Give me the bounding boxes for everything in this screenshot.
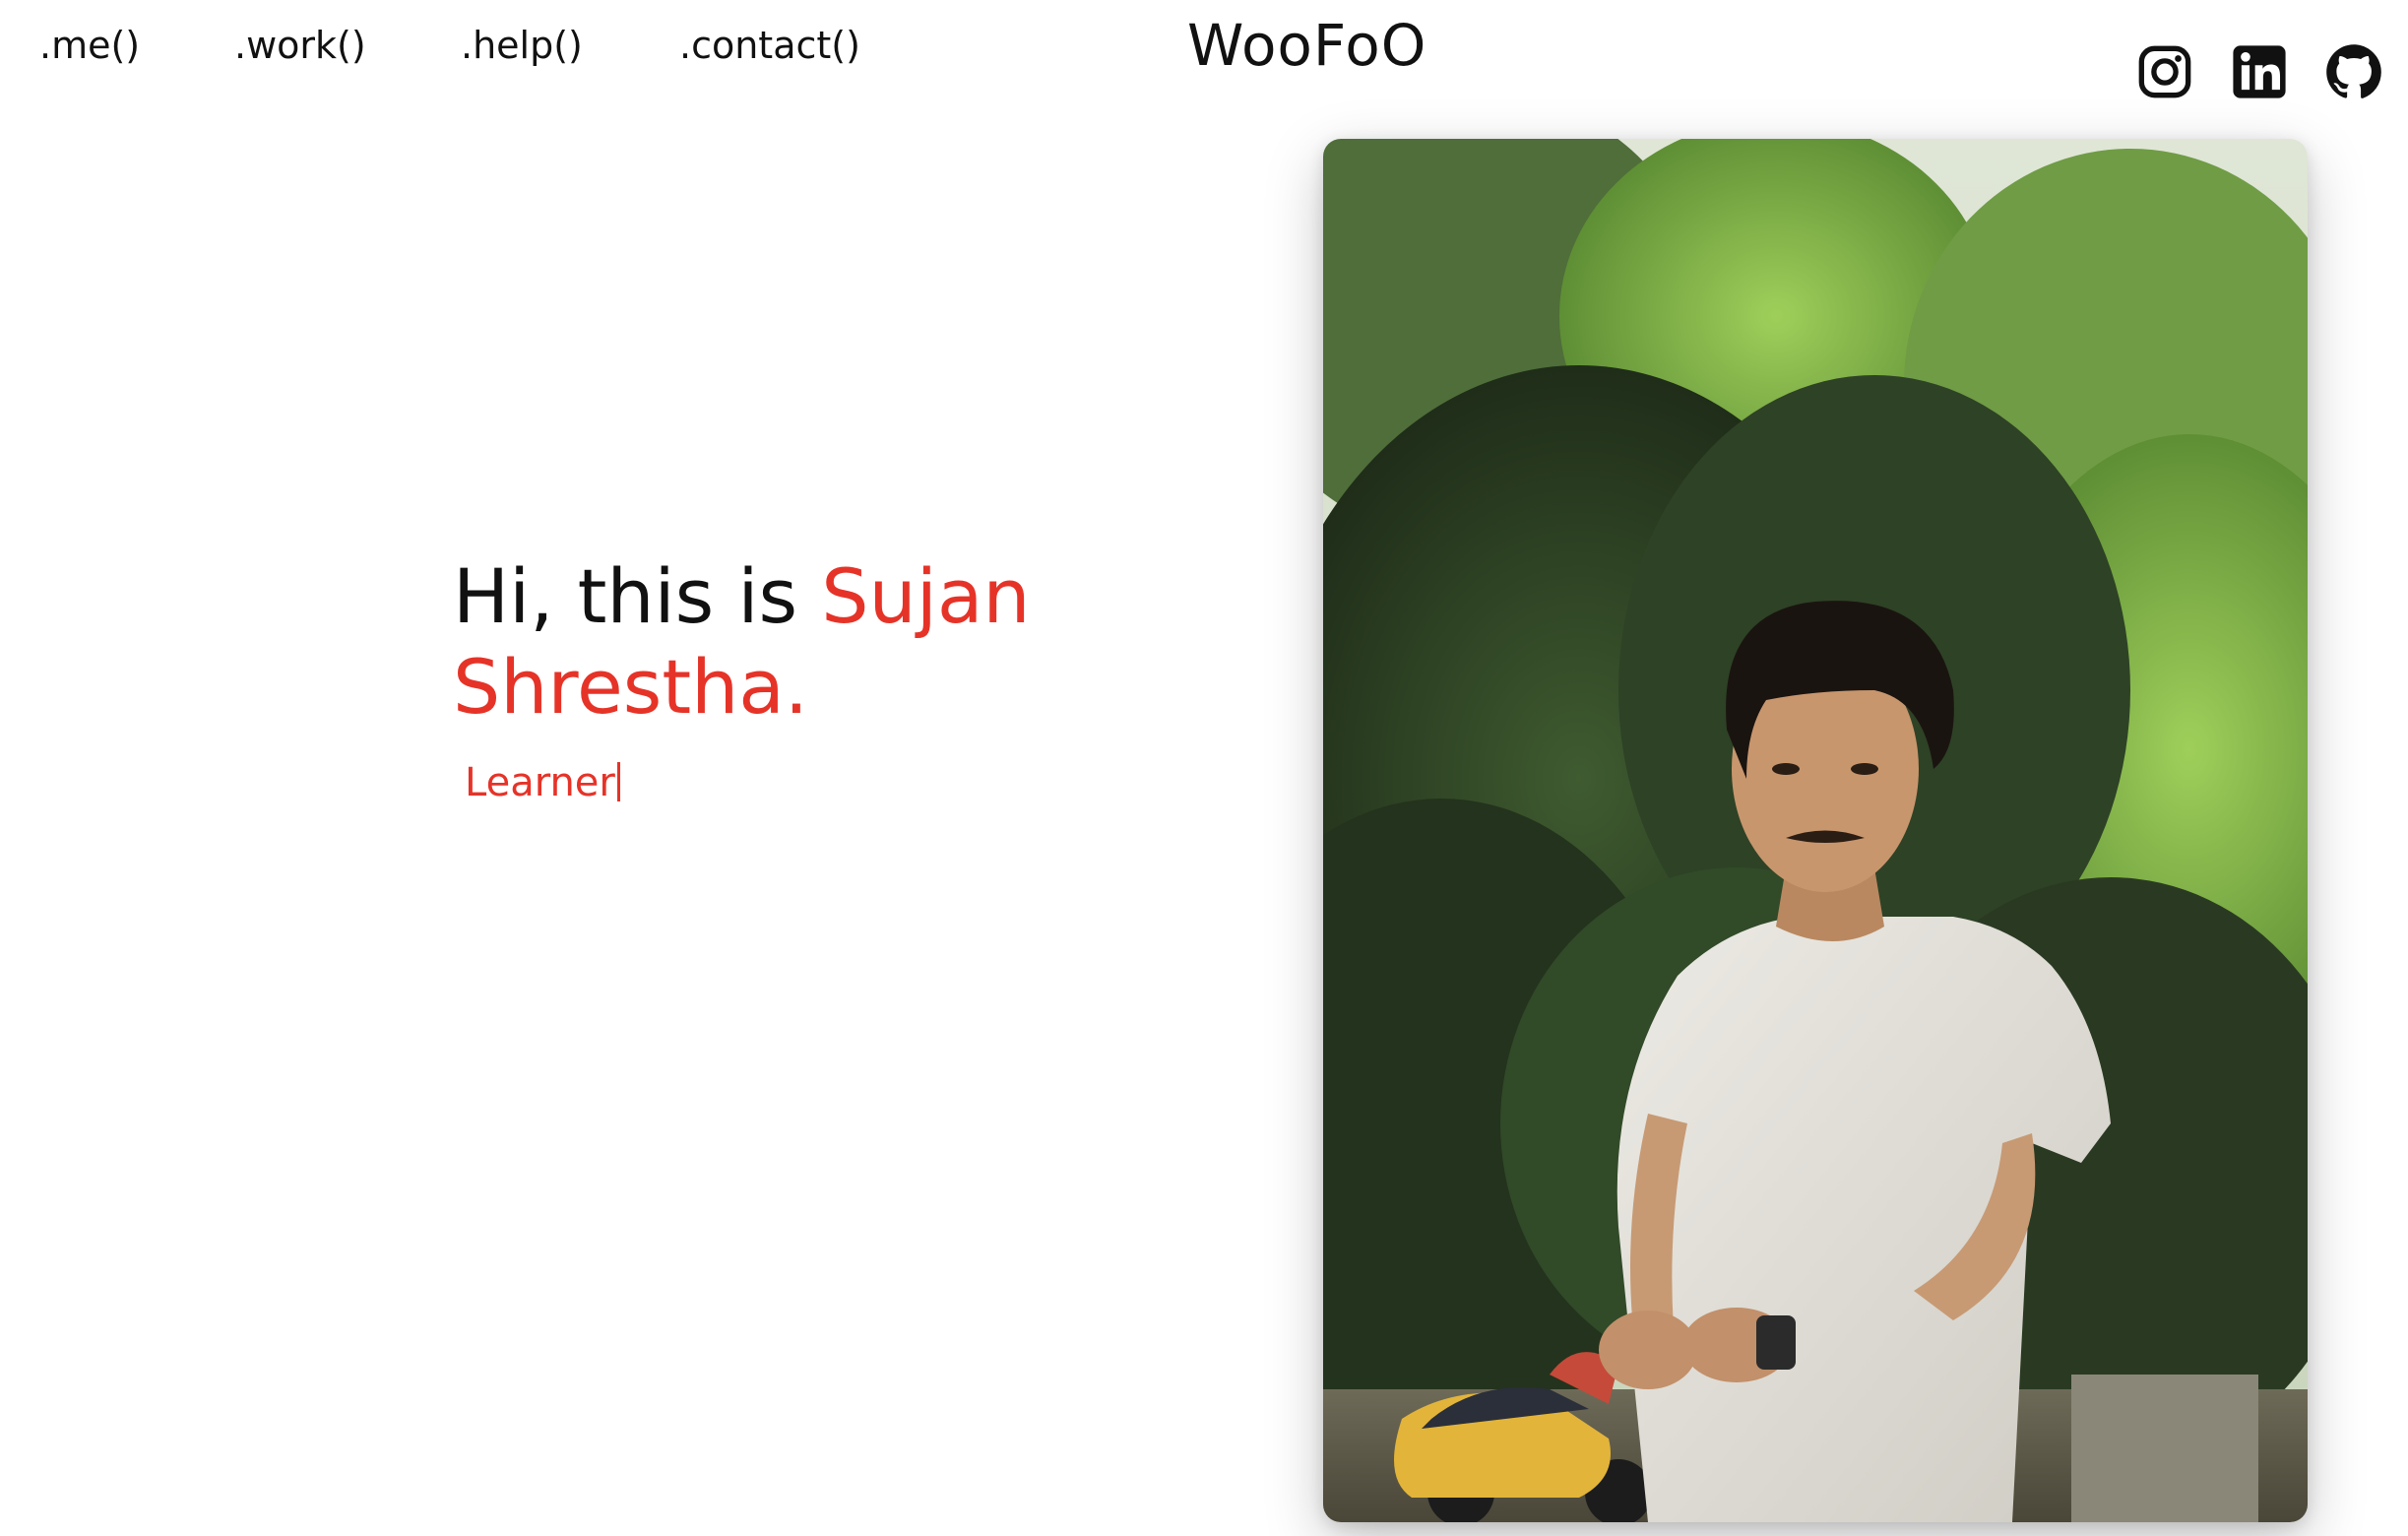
nav-item-me[interactable]: .me() <box>39 24 140 67</box>
profile-photo-image <box>1323 139 2308 1522</box>
hero-first-name: Sujan <box>821 552 1031 640</box>
linkedin-link[interactable] <box>2231 43 2288 100</box>
hero-last-name: Shrestha. <box>453 643 809 731</box>
hero-section: Hi, this is Sujan Shrestha. Learner <box>453 551 1063 805</box>
instagram-icon <box>2138 45 2191 98</box>
nav-item-work[interactable]: .work() <box>234 24 366 67</box>
linkedin-icon <box>2233 45 2286 98</box>
instagram-link[interactable] <box>2136 43 2193 100</box>
github-link[interactable] <box>2325 43 2382 100</box>
role-text: Learner <box>465 760 615 805</box>
nav-item-help[interactable]: .help() <box>461 24 583 67</box>
nav-item-contact[interactable]: .contact() <box>679 24 860 67</box>
typed-role: Learner <box>465 760 1063 805</box>
profile-photo <box>1323 139 2308 1522</box>
hero-heading: Hi, this is Sujan Shrestha. <box>453 551 1063 733</box>
typing-caret <box>616 762 620 801</box>
github-icon <box>2326 44 2381 98</box>
site-logo[interactable]: WooFoO <box>1187 12 1426 79</box>
social-links <box>2136 43 2382 100</box>
hero-greeting: Hi, this is <box>453 552 822 640</box>
